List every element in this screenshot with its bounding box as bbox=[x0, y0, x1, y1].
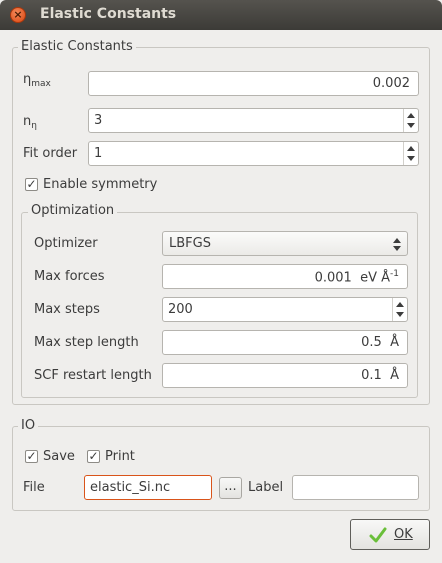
optimization-group-title: Optimization bbox=[28, 203, 118, 218]
label-field-label: Label bbox=[248, 480, 284, 495]
max-step-length-unit: Å bbox=[390, 335, 399, 350]
optimizer-select[interactable]: LBFGS bbox=[162, 231, 408, 256]
browse-button[interactable]: ... bbox=[219, 477, 242, 499]
scf-restart-length-value: 0.1 Å bbox=[361, 368, 399, 383]
max-forces-label: Max forces bbox=[34, 269, 105, 284]
optimizer-label: Optimizer bbox=[34, 236, 98, 251]
scf-restart-length-label: SCF restart length bbox=[34, 368, 152, 383]
check-icon bbox=[369, 527, 387, 543]
n-eta-spin-buttons[interactable] bbox=[403, 109, 418, 132]
max-step-length-label: Max step length bbox=[34, 335, 139, 350]
checkmark-icon: ✓ bbox=[26, 449, 37, 463]
max-forces-value: 0.001 eV Å-1 bbox=[315, 269, 399, 285]
fit-order-value: 1 bbox=[94, 146, 103, 161]
title-bar: × Elastic Constants bbox=[0, 0, 442, 30]
max-steps-value: 200 bbox=[168, 302, 193, 317]
checkmark-icon: ✓ bbox=[88, 449, 99, 463]
print-label: Print bbox=[105, 449, 135, 464]
n-eta-label-main: n bbox=[23, 114, 32, 129]
max-forces-unit-exponent: -1 bbox=[390, 269, 399, 279]
max-steps-label: Max steps bbox=[34, 302, 100, 317]
scf-restart-length-number: 0.1 bbox=[361, 368, 382, 383]
close-icon[interactable]: × bbox=[10, 7, 26, 23]
max-forces-unit: eV Å bbox=[360, 270, 391, 286]
eta-max-label: ηmax bbox=[23, 72, 51, 89]
max-step-length-input[interactable]: 0.5 Å bbox=[162, 330, 408, 355]
max-steps-spin-buttons[interactable] bbox=[392, 298, 407, 321]
spin-down-icon[interactable] bbox=[407, 123, 415, 128]
scf-restart-length-input[interactable]: 0.1 Å bbox=[162, 363, 408, 388]
eta-max-value: 0.002 bbox=[372, 76, 410, 91]
spin-down-icon[interactable] bbox=[407, 156, 415, 161]
ok-button-label: OK bbox=[394, 527, 413, 542]
checkmark-icon: ✓ bbox=[26, 177, 37, 191]
eta-max-input[interactable]: 0.002 bbox=[88, 71, 419, 96]
elastic-constants-group-title: Elastic Constants bbox=[18, 39, 136, 54]
enable-symmetry-label: Enable symmetry bbox=[43, 177, 158, 192]
scf-restart-length-unit: Å bbox=[390, 368, 399, 383]
eta-max-label-main: η bbox=[23, 72, 32, 87]
io-group-title: IO bbox=[18, 418, 39, 433]
enable-symmetry-checkbox[interactable]: ✓ bbox=[25, 178, 38, 191]
n-eta-stepper[interactable]: 3 bbox=[88, 108, 419, 133]
max-step-length-number: 0.5 bbox=[361, 335, 382, 350]
fit-order-stepper[interactable]: 1 bbox=[88, 141, 419, 166]
browse-button-label: ... bbox=[224, 479, 237, 494]
n-eta-value: 3 bbox=[94, 113, 103, 128]
label-input[interactable] bbox=[292, 475, 419, 500]
optimizer-value: LBFGS bbox=[169, 236, 211, 251]
window-title: Elastic Constants bbox=[40, 6, 177, 22]
n-eta-label: nη bbox=[23, 114, 37, 131]
file-value: elastic_Si.nc bbox=[90, 480, 171, 495]
n-eta-label-sub: η bbox=[31, 121, 37, 131]
print-checkbox[interactable]: ✓ bbox=[87, 450, 100, 463]
max-steps-stepper[interactable]: 200 bbox=[162, 297, 408, 322]
file-label: File bbox=[23, 480, 45, 495]
fit-order-label: Fit order bbox=[23, 146, 78, 161]
spin-up-icon[interactable] bbox=[407, 146, 415, 151]
save-label: Save bbox=[43, 449, 75, 464]
spin-down-icon[interactable] bbox=[396, 312, 404, 317]
chevron-updown-icon bbox=[393, 237, 401, 251]
eta-max-label-sub: max bbox=[31, 79, 51, 89]
ok-button[interactable]: OK bbox=[350, 519, 430, 550]
file-input[interactable]: elastic_Si.nc bbox=[84, 475, 212, 500]
max-step-length-value: 0.5 Å bbox=[361, 335, 399, 350]
save-checkbox[interactable]: ✓ bbox=[25, 450, 38, 463]
max-forces-input[interactable]: 0.001 eV Å-1 bbox=[162, 264, 408, 289]
spin-up-icon[interactable] bbox=[396, 302, 404, 307]
spin-up-icon[interactable] bbox=[407, 113, 415, 118]
fit-order-spin-buttons[interactable] bbox=[403, 142, 418, 165]
max-forces-number: 0.001 bbox=[314, 270, 352, 286]
